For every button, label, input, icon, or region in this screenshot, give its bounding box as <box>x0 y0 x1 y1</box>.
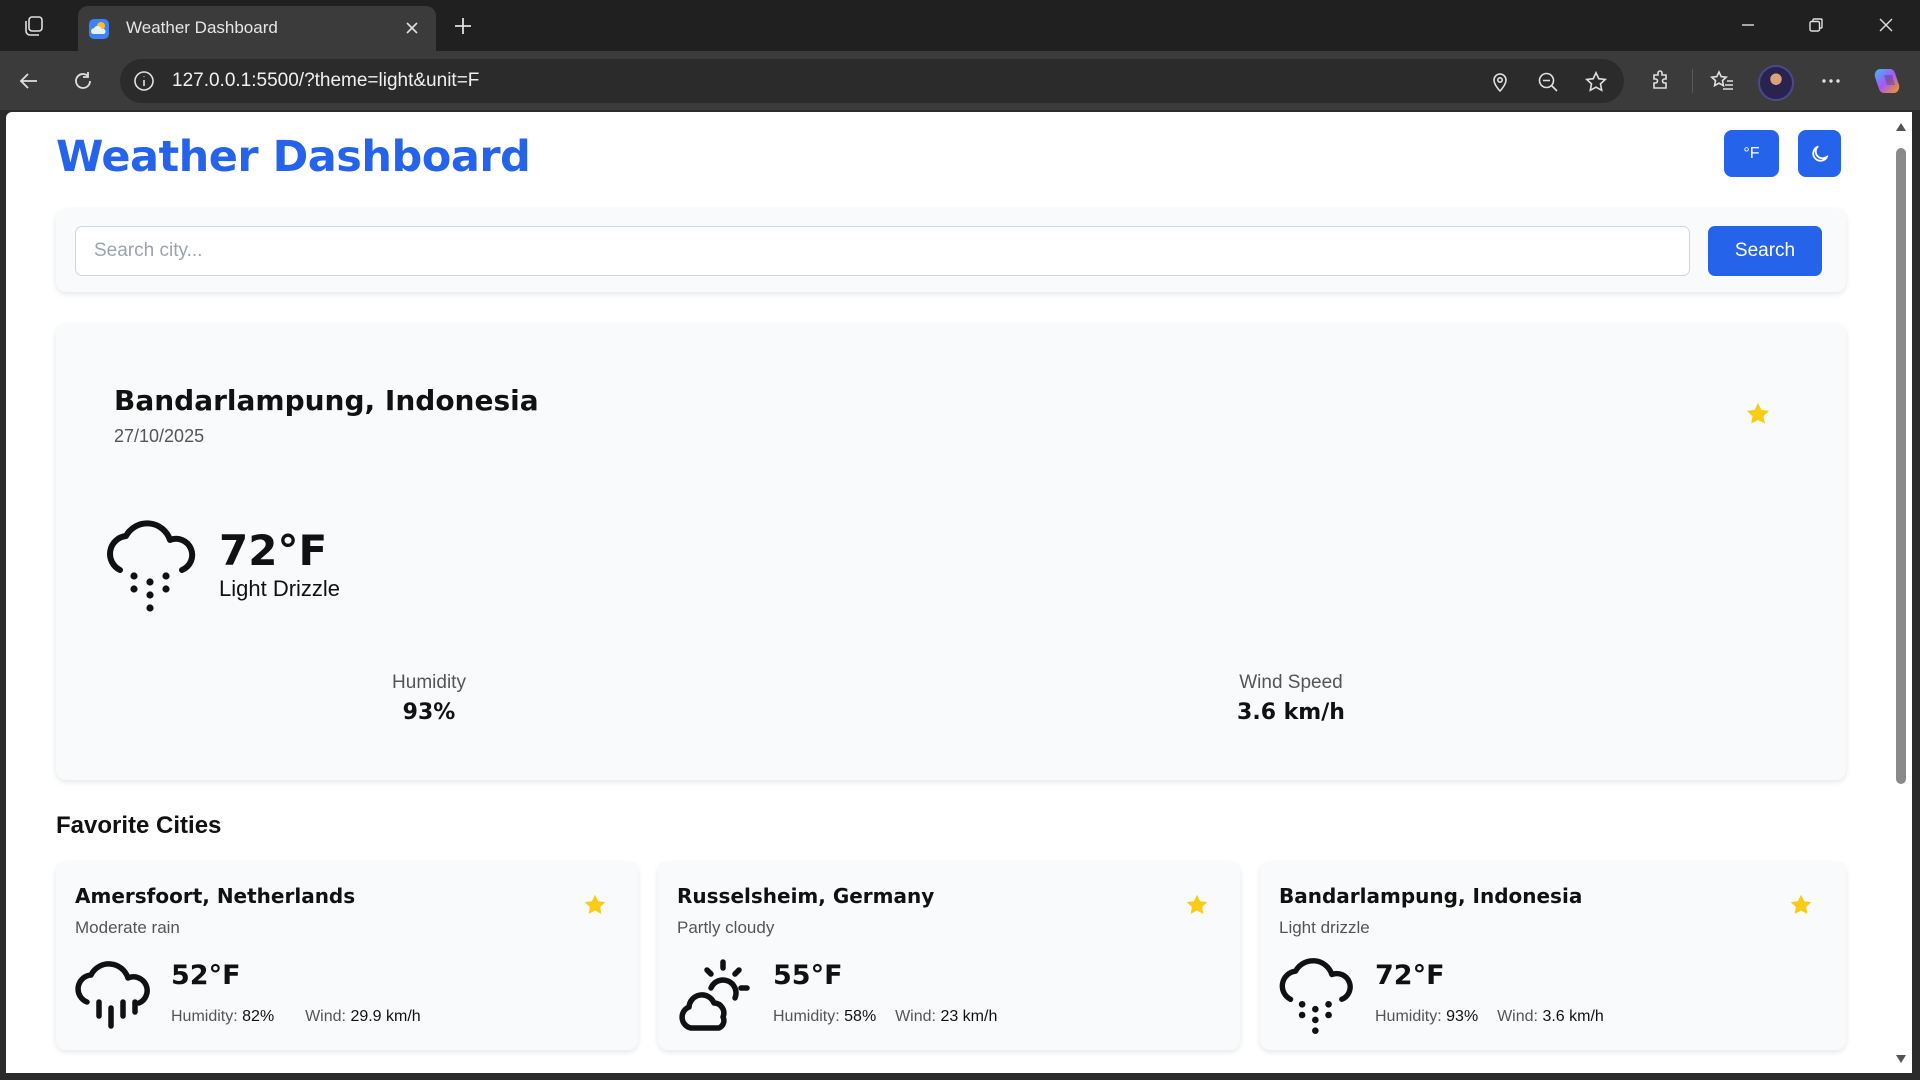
search-card: Search <box>56 209 1846 292</box>
favorite-city-details: Humidity: 82% Wind: 29.9 km/h <box>171 1008 421 1026</box>
browser-tab-active[interactable]: Weather Dashboard <box>78 6 436 51</box>
favorite-city-condition: Partly cloudy <box>677 918 775 937</box>
profile-avatar[interactable] <box>1758 65 1794 101</box>
favorite-star-icon[interactable] <box>1184 892 1210 918</box>
restore-icon[interactable] <box>1796 6 1836 44</box>
humidity-value: 93% <box>1446 1008 1479 1025</box>
unit-toggle-button[interactable]: °F <box>1724 130 1779 177</box>
wind-value: 3.6 km/h <box>1542 1008 1604 1025</box>
reload-icon[interactable] <box>64 62 102 100</box>
search-input[interactable] <box>75 226 1690 276</box>
more-menu-icon[interactable] <box>1812 62 1850 100</box>
current-weather-card: Bandarlampung, Indonesia 27/10/2025 72°F… <box>56 324 1846 780</box>
back-arrow-icon[interactable] <box>10 62 48 100</box>
favorite-star-outline-icon[interactable] <box>1581 67 1611 97</box>
theme-toggle-button[interactable] <box>1798 130 1841 177</box>
wind-label: Wind: <box>1497 1008 1538 1025</box>
favorite-city-temperature: 52°F <box>171 960 241 991</box>
page-title: Weather Dashboard <box>56 132 531 182</box>
copilot-icon[interactable] <box>1868 62 1906 100</box>
humidity-label: Humidity <box>392 672 466 693</box>
favorite-city-condition: Moderate rain <box>75 918 180 937</box>
close-tab-icon[interactable] <box>398 14 426 42</box>
wind-value: 23 km/h <box>940 1008 998 1025</box>
favorite-city-temperature: 55°F <box>773 960 843 991</box>
favorite-city-name: Bandarlampung, Indonesia <box>1279 884 1583 908</box>
zoom-out-icon[interactable] <box>1533 67 1563 97</box>
humidity-label: Humidity: <box>1375 1008 1442 1025</box>
search-button[interactable]: Search <box>1708 226 1822 276</box>
search-button-label: Search <box>1734 240 1796 261</box>
wind-speed-label: Wind Speed <box>1239 672 1343 693</box>
location-pin-icon[interactable] <box>1485 67 1515 97</box>
current-condition: Light Drizzle <box>219 576 341 601</box>
current-date: 27/10/2025 <box>114 426 205 446</box>
wind-label: Wind: <box>305 1008 346 1025</box>
scroll-down-arrow-icon[interactable] <box>1894 1052 1908 1066</box>
partly-cloudy-icon <box>677 958 753 1034</box>
humidity-value: 58% <box>844 1008 877 1025</box>
favorite-city-details: Humidity: 58% Wind: 23 km/h <box>773 1008 997 1026</box>
browser-tab-bar: Weather Dashboard <box>0 0 1920 51</box>
favorite-city-card[interactable]: Russelsheim, Germany Partly cloudy 55°F … <box>658 862 1240 1050</box>
wind-speed-stat: Wind Speed 3.6 km/h <box>1161 672 1421 725</box>
scrollbar-thumb[interactable] <box>1896 148 1906 784</box>
toolbar-separator <box>1692 69 1693 93</box>
humidity-value: 82% <box>242 1008 275 1025</box>
extensions-puzzle-icon[interactable] <box>1642 62 1680 100</box>
favorite-city-name: Amersfoort, Netherlands <box>75 884 356 908</box>
url-text[interactable]: 127.0.0.1:5500/?theme=light&unit=F <box>172 70 479 92</box>
humidity-value: 93% <box>402 700 456 725</box>
drizzle-icon <box>1279 958 1355 1034</box>
page-scrollbar[interactable] <box>1890 112 1912 1073</box>
browser-nav-bar: 127.0.0.1:5500/?theme=light&unit=F <box>0 51 1920 110</box>
humidity-label: Humidity: <box>773 1008 840 1025</box>
current-temperature: 72°F <box>219 526 328 575</box>
drizzle-icon <box>106 520 198 612</box>
favorite-city-name: Russelsheim, Germany <box>677 884 935 908</box>
wind-value: 29.9 km/h <box>350 1008 421 1025</box>
rain-icon <box>75 958 151 1034</box>
weather-favicon-icon <box>88 18 110 40</box>
wind-label: Wind: <box>895 1008 936 1025</box>
favorites-list-icon[interactable] <box>1703 62 1741 100</box>
favorite-city-card[interactable]: Amersfoort, Netherlands Moderate rain 52… <box>56 862 638 1050</box>
page-viewport: Weather Dashboard °F Search Bandarlampun… <box>6 112 1890 1073</box>
tab-actions-icon[interactable] <box>18 10 50 42</box>
moon-icon <box>1811 145 1828 162</box>
current-city-name: Bandarlampung, Indonesia <box>114 384 539 417</box>
scroll-up-arrow-icon[interactable] <box>1894 120 1908 134</box>
humidity-stat: Humidity 93% <box>299 672 559 725</box>
favorite-star-icon[interactable] <box>1744 400 1772 428</box>
tab-title: Weather Dashboard <box>126 18 278 37</box>
favorite-city-temperature: 72°F <box>1375 960 1445 991</box>
favorites-heading: Favorite Cities <box>56 812 222 839</box>
wind-speed-value: 3.6 km/h <box>1237 700 1345 725</box>
new-tab-icon[interactable] <box>446 9 480 43</box>
favorite-city-details: Humidity: 93% Wind: 3.6 km/h <box>1375 1008 1604 1026</box>
favorite-city-condition: Light drizzle <box>1279 918 1370 937</box>
favorite-star-icon[interactable] <box>1788 892 1814 918</box>
close-window-icon[interactable] <box>1866 6 1906 44</box>
unit-toggle-label: °F <box>1743 144 1760 162</box>
favorite-city-card[interactable]: Bandarlampung, Indonesia Light drizzle 7… <box>1260 862 1846 1050</box>
favorite-star-icon[interactable] <box>582 892 608 918</box>
site-info-icon[interactable] <box>132 69 156 93</box>
minimize-icon[interactable] <box>1728 6 1768 44</box>
address-bar[interactable]: 127.0.0.1:5500/?theme=light&unit=F <box>120 59 1624 103</box>
humidity-label: Humidity: <box>171 1008 238 1025</box>
